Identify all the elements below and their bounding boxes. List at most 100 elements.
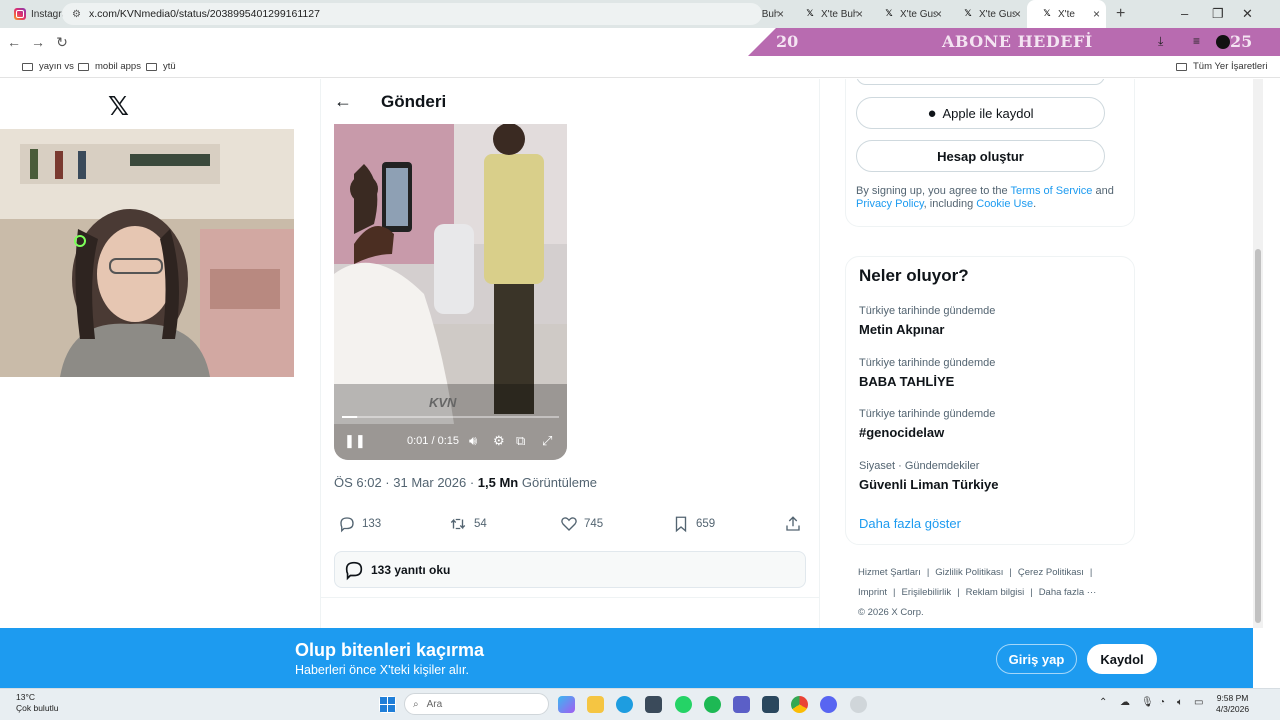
close-tab-icon[interactable]: ×	[856, 7, 863, 21]
folder-icon	[78, 62, 89, 71]
signup-legal-text: By signing up, you agree to the Terms of…	[856, 185, 1114, 210]
apple-signup-button[interactable]: ● Apple ile kaydol	[856, 97, 1105, 129]
scrollbar-thumb[interactable]	[1255, 249, 1261, 623]
volume-icon[interactable]: 🔊︎	[469, 433, 477, 449]
browser-tab[interactable]: 𝕏 X'te Gus ×	[869, 0, 948, 28]
login-button[interactable]: Giriş yap	[996, 644, 1077, 674]
goal-target-number: 25	[1230, 32, 1253, 51]
forward-nav-icon[interactable]: →	[26, 34, 50, 50]
register-button[interactable]: Kaydol	[1087, 644, 1157, 674]
clock-time: 9:58 PM	[1216, 693, 1249, 703]
footer-terms-link[interactable]: Hizmet Şartları	[858, 567, 921, 578]
speaker-icon[interactable]: 🔈︎	[1177, 697, 1183, 708]
teams-icon[interactable]	[733, 696, 750, 713]
repost-button[interactable]: 54	[448, 515, 487, 533]
site-settings-icon[interactable]: ⚙	[72, 9, 81, 20]
profile-avatar[interactable]	[1216, 35, 1230, 49]
close-tab-icon[interactable]: ×	[935, 7, 942, 21]
browser-tab[interactable]: 𝕏 X'te Gus ×	[948, 0, 1027, 28]
obs-icon[interactable]	[850, 696, 867, 713]
bookmark-folder[interactable]: mobil apps	[78, 61, 141, 72]
spotify-icon[interactable]	[704, 696, 721, 713]
settings-icon[interactable]: ⚙	[493, 433, 505, 449]
footer-imprint-link[interactable]: Imprint	[858, 587, 887, 598]
post-time: ÖS 6:02 · 31 Mar 2026 ·	[334, 475, 478, 490]
footer-more-link[interactable]: Daha fazla ···	[1039, 587, 1097, 598]
terms-link[interactable]: Terms of Service	[1011, 185, 1093, 197]
url-field[interactable]: ⚙ x.com/KVNmedia0/status/203899540129916…	[62, 3, 762, 25]
bookmarks-bar: yayın vs mobil apps ytü Tüm Yer İşaretle…	[0, 56, 1280, 78]
weather-widget[interactable]: 13°C Çok bulutlu	[4, 692, 59, 714]
repost-icon	[450, 518, 466, 530]
close-window-icon[interactable]: ✕	[1242, 6, 1253, 22]
browser-tab[interactable]: 𝕏 X'te Buh×	[790, 0, 869, 28]
like-button[interactable]: 745	[560, 515, 603, 533]
all-bookmarks[interactable]: Tüm Yer İşaretleri	[1176, 61, 1267, 72]
whatsapp-icon[interactable]	[675, 696, 692, 713]
back-nav-icon[interactable]: ←	[2, 34, 26, 50]
windows-start-icon[interactable]	[379, 696, 396, 713]
footer-privacy-link[interactable]: Gizlilik Politikası	[935, 567, 1003, 578]
share-button[interactable]	[784, 515, 808, 533]
footer-accessibility-link[interactable]: Erişilebilirlik	[902, 587, 952, 598]
media-control-icon[interactable]: ≡	[1193, 34, 1200, 48]
maximize-icon[interactable]: ❐	[1212, 6, 1224, 22]
copyright: © 2026 X Corp.	[858, 607, 924, 618]
create-account-button[interactable]: Hesap oluştur	[856, 140, 1105, 172]
taskbar-search[interactable]: ⌕ Ara	[404, 693, 549, 715]
pause-icon[interactable]: ❚❚	[344, 433, 366, 449]
trend-item[interactable]: Türkiye tarihinde gündemde BABA TAHLİYE	[859, 357, 995, 389]
heart-icon	[561, 517, 577, 531]
trend-category: Türkiye tarihinde gündemde	[859, 357, 996, 369]
store-icon[interactable]	[645, 696, 662, 713]
chrome-icon[interactable]	[791, 696, 808, 713]
trend-name: Metin Akpınar	[859, 322, 945, 337]
reply-icon	[340, 517, 354, 533]
privacy-link[interactable]: Privacy Policy	[856, 198, 924, 210]
file-explorer-icon[interactable]	[587, 696, 604, 713]
back-arrow-icon[interactable]: ←	[334, 91, 352, 112]
taskbar-clock[interactable]: 9:58 PM 4/3/2026	[1216, 693, 1249, 715]
footer-links: Hizmet Şartları | Gizlilik Politikası | Çere…	[858, 567, 1097, 618]
footer-ads-link[interactable]: Reklam bilgisi	[966, 587, 1025, 598]
wifi-icon[interactable]: ◔	[1159, 697, 1165, 708]
cookie-link[interactable]: Cookie Use	[976, 198, 1033, 210]
close-tab-icon[interactable]: ×	[1014, 7, 1021, 21]
webcam-overlay	[0, 129, 294, 377]
browser-tab[interactable]: 𝕏 X'te ×	[1027, 0, 1106, 28]
reply-button[interactable]: 133	[338, 515, 381, 533]
bookmark-folder[interactable]: yayın vs	[22, 61, 74, 72]
onedrive-icon[interactable]: ☁	[1120, 697, 1130, 708]
fullscreen-icon[interactable]: ⤢	[542, 433, 552, 449]
reload-icon[interactable]: ↻	[50, 34, 74, 51]
bookmark-folder[interactable]: ytü	[146, 61, 176, 72]
close-tab-icon[interactable]: ×	[1093, 7, 1100, 21]
steam-icon[interactable]	[762, 696, 779, 713]
tab-label: X'te Buh	[821, 8, 857, 20]
trend-item[interactable]: Türkiye tarihinde gündemde Metin Akpınar	[859, 305, 995, 337]
edge-icon[interactable]	[616, 696, 633, 713]
trend-item[interactable]: Siyaset · Gündemdekiler Güvenli Liman Tü…	[859, 460, 998, 492]
trend-item[interactable]: Türkiye tarihinde gündemde #genocidelaw	[859, 408, 995, 440]
close-tab-icon[interactable]: ×	[777, 7, 784, 21]
pip-icon[interactable]: ⧉	[516, 433, 525, 449]
read-replies-button[interactable]: 133 yanıtı oku	[334, 551, 806, 588]
post-video[interactable]: KVN	[334, 124, 567, 460]
divider	[320, 597, 820, 598]
minimize-icon[interactable]: –	[1181, 6, 1188, 21]
bookmark-button[interactable]: 659	[672, 515, 715, 533]
tray-expand-icon[interactable]: ⌃	[1099, 697, 1107, 708]
banner-subtitle: Haberleri önce X'teki kişiler alır.	[295, 663, 469, 677]
download-icon[interactable]: ⤓	[1158, 34, 1163, 49]
discord-icon[interactable]	[820, 696, 837, 713]
x-icon: 𝕏	[964, 9, 972, 19]
video-progress-fill	[342, 416, 358, 418]
new-tab-icon[interactable]: +	[1116, 5, 1125, 23]
footer-cookies-link[interactable]: Çerez Politikası	[1018, 567, 1084, 578]
x-logo-icon[interactable]: 𝕏	[108, 92, 129, 122]
battery-icon[interactable]: ▭	[1194, 697, 1203, 708]
google-signup-button[interactable]	[856, 79, 1105, 85]
microphone-icon[interactable]: 🎙︎	[1141, 697, 1154, 708]
copilot-icon[interactable]	[558, 696, 575, 713]
show-more-link[interactable]: Daha fazla göster	[859, 516, 961, 531]
